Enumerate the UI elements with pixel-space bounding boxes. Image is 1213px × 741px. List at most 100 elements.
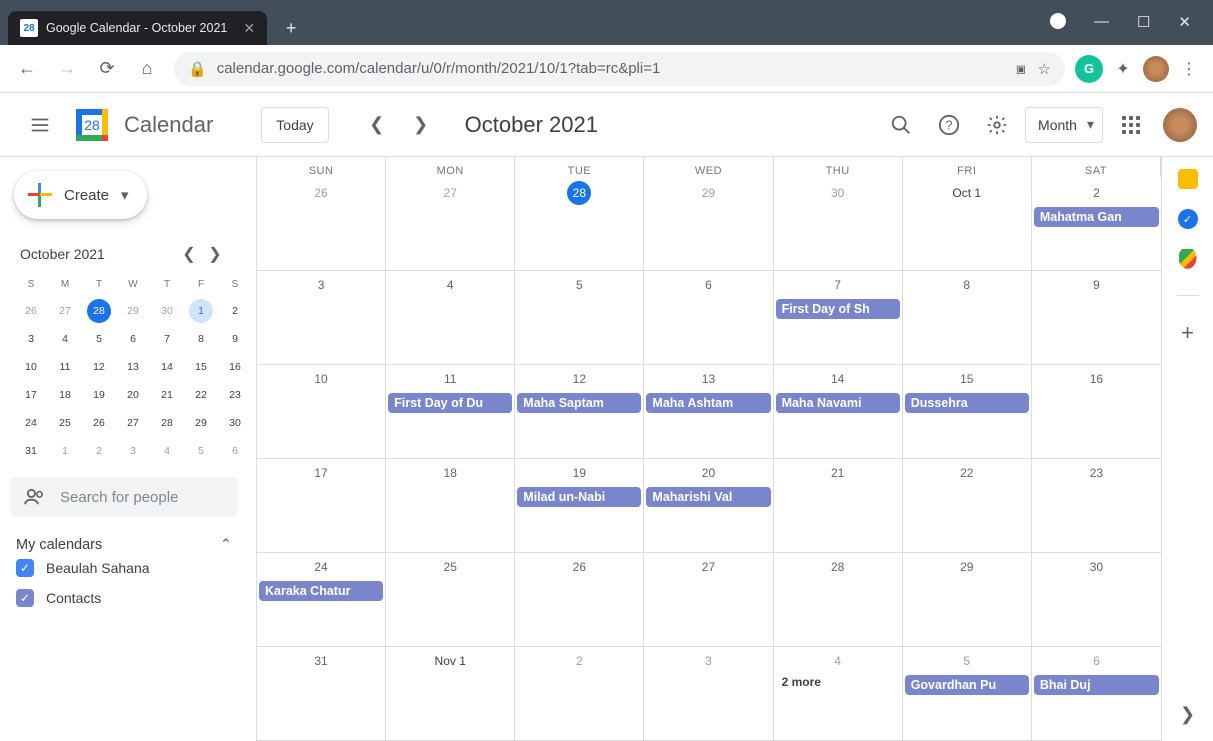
maps-icon[interactable] (1179, 249, 1197, 271)
day-number[interactable]: 2 (1034, 181, 1159, 205)
home-button[interactable]: ⌂ (130, 52, 164, 86)
mini-day[interactable]: 1 (184, 297, 218, 325)
day-number[interactable]: 18 (388, 461, 512, 485)
help-button[interactable]: ? (929, 105, 969, 145)
day-number[interactable]: 24 (259, 555, 383, 579)
day-cell[interactable]: 6 (644, 271, 773, 365)
day-number[interactable]: 20 (646, 461, 770, 485)
mini-day[interactable]: 27 (116, 409, 150, 437)
grammarly-extension-icon[interactable]: G (1075, 55, 1103, 83)
day-number[interactable]: 6 (646, 273, 770, 297)
day-number[interactable]: 31 (259, 649, 383, 673)
day-cell[interactable]: 15Dussehra (903, 365, 1032, 459)
mini-day[interactable]: 11 (48, 353, 82, 381)
day-cell[interactable]: 27 (386, 177, 515, 271)
browser-profile-avatar[interactable] (1143, 56, 1169, 82)
keep-icon[interactable] (1178, 169, 1198, 189)
day-cell[interactable]: 10 (257, 365, 386, 459)
day-number[interactable]: 4 (388, 273, 512, 297)
day-cell[interactable]: 7First Day of Sh (774, 271, 903, 365)
mini-day[interactable]: 28 (82, 297, 116, 325)
day-number[interactable]: 21 (776, 461, 900, 485)
day-cell[interactable]: 5 (515, 271, 644, 365)
mini-day[interactable]: 18 (48, 381, 82, 409)
day-number[interactable]: 22 (905, 461, 1029, 485)
day-cell[interactable]: 30 (774, 177, 903, 271)
mini-day[interactable]: 1 (48, 437, 82, 465)
day-number[interactable]: Oct 1 (905, 181, 1029, 205)
day-number[interactable]: 28 (517, 181, 641, 205)
calendar-checkbox[interactable]: ✓ (16, 559, 34, 577)
day-number[interactable]: Nov 1 (388, 649, 512, 673)
view-selector[interactable]: Month ▾ (1025, 107, 1103, 143)
day-cell[interactable]: 18 (386, 459, 515, 553)
hide-side-panel-button[interactable]: ❯ (1180, 704, 1195, 725)
mini-day[interactable]: 9 (218, 325, 252, 353)
event-chip[interactable]: Bhai Duj (1034, 675, 1159, 695)
calendar-checkbox[interactable]: ✓ (16, 589, 34, 607)
more-events[interactable]: 2 more (776, 673, 900, 691)
day-cell[interactable]: 16 (1032, 365, 1161, 459)
browser-tab[interactable]: 28 Google Calendar - October 2021 ✕ (8, 11, 267, 45)
mini-day[interactable]: 30 (150, 297, 184, 325)
day-number[interactable]: 29 (646, 181, 770, 205)
mini-day[interactable]: 22 (184, 381, 218, 409)
day-number[interactable]: 2 (517, 649, 641, 673)
day-cell[interactable]: 21 (774, 459, 903, 553)
day-cell[interactable]: 27 (644, 553, 773, 647)
google-apps-button[interactable] (1111, 105, 1151, 145)
day-cell[interactable]: 29 (903, 553, 1032, 647)
day-number[interactable]: 11 (388, 367, 512, 391)
mini-day[interactable]: 2 (218, 297, 252, 325)
day-cell[interactable]: 42 more (774, 647, 903, 741)
day-number[interactable]: 30 (776, 181, 900, 205)
day-number[interactable]: 23 (1034, 461, 1159, 485)
day-number[interactable]: 14 (776, 367, 900, 391)
maximize-icon[interactable]: ☐ (1137, 13, 1150, 31)
day-cell[interactable]: Oct 1 (903, 177, 1032, 271)
mini-day[interactable]: 6 (116, 325, 150, 353)
current-month-title[interactable]: October 2021 (465, 112, 598, 138)
prev-month-button[interactable]: ❮ (359, 107, 395, 143)
day-number[interactable]: 16 (1034, 367, 1159, 391)
day-number[interactable]: 15 (905, 367, 1029, 391)
event-chip[interactable]: Milad un-Nabi (517, 487, 641, 507)
event-chip[interactable]: Maha Ashtam (646, 393, 770, 413)
day-cell[interactable]: 2 (515, 647, 644, 741)
day-number[interactable]: 9 (1034, 273, 1159, 297)
lens-icon[interactable]: ◈ (1011, 58, 1032, 79)
day-number[interactable]: 6 (1034, 649, 1159, 673)
day-number[interactable]: 25 (388, 555, 512, 579)
mini-day[interactable]: 15 (184, 353, 218, 381)
create-button[interactable]: Create ▾ (14, 171, 147, 219)
event-chip[interactable]: Maharishi Val (646, 487, 770, 507)
event-chip[interactable]: Maha Navami (776, 393, 900, 413)
mini-day[interactable]: 30 (218, 409, 252, 437)
day-number[interactable]: 5 (905, 649, 1029, 673)
event-chip[interactable]: Mahatma Gan (1034, 207, 1159, 227)
mini-prev-button[interactable]: ❮ (176, 241, 202, 267)
mini-day[interactable]: 13 (116, 353, 150, 381)
day-cell[interactable]: 28 (515, 177, 644, 271)
day-cell[interactable]: 3 (257, 271, 386, 365)
adblock-icon[interactable] (1050, 13, 1066, 29)
mini-day[interactable]: 24 (14, 409, 48, 437)
day-cell[interactable]: 28 (774, 553, 903, 647)
day-cell[interactable]: 13Maha Ashtam (644, 365, 773, 459)
day-number[interactable]: 3 (259, 273, 383, 297)
mini-day[interactable]: 10 (14, 353, 48, 381)
mini-day[interactable]: 6 (218, 437, 252, 465)
main-menu-button[interactable] (16, 101, 64, 149)
mini-day[interactable]: 14 (150, 353, 184, 381)
day-cell[interactable]: 22 (903, 459, 1032, 553)
mini-day[interactable]: 23 (218, 381, 252, 409)
mini-day[interactable]: 8 (184, 325, 218, 353)
day-number[interactable]: 19 (517, 461, 641, 485)
day-number[interactable]: 3 (646, 649, 770, 673)
day-cell[interactable]: 24Karaka Chatur (257, 553, 386, 647)
day-number[interactable]: 4 (776, 649, 900, 673)
mini-day[interactable]: 5 (184, 437, 218, 465)
mini-day[interactable]: 29 (116, 297, 150, 325)
day-cell[interactable]: 26 (257, 177, 386, 271)
day-cell[interactable]: 11First Day of Du (386, 365, 515, 459)
